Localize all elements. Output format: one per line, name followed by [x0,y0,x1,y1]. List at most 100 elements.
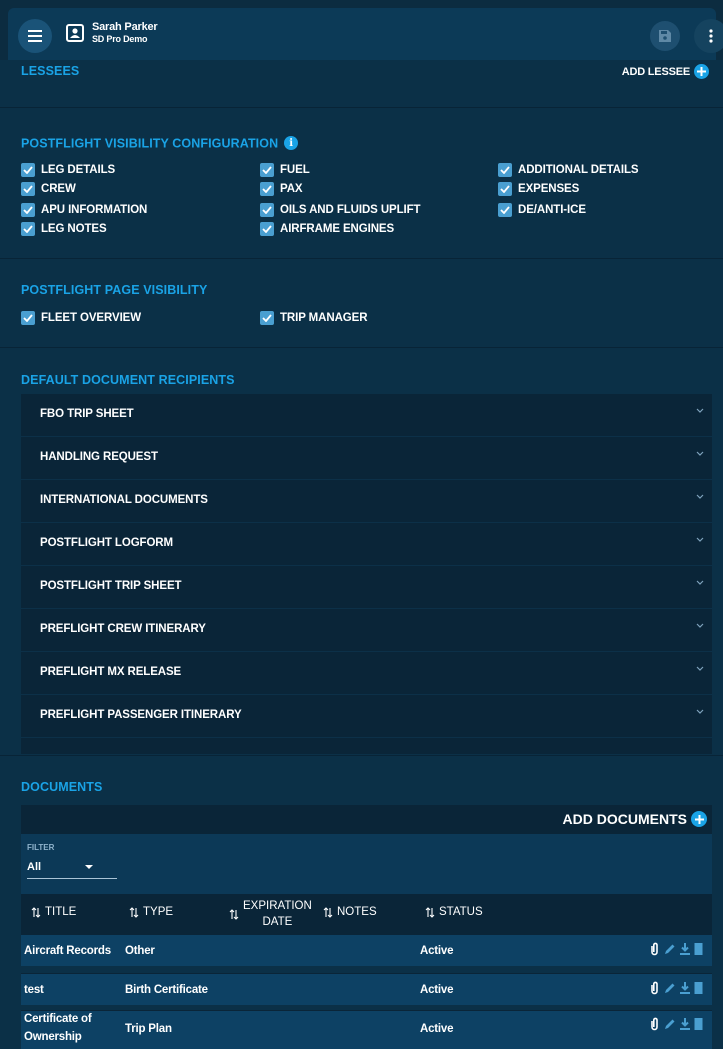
info-icon[interactable]: i [284,136,299,150]
accordion-footer [21,738,712,754]
table-row[interactable]: test Birth Certificate Active [21,973,712,1005]
delete-icon[interactable] [694,942,703,956]
accordion-label: POSTFLIGHT LOGFORM [40,537,173,549]
chevron-down-icon [696,494,704,499]
column-header-label: EXPIRATION DATE [243,898,312,930]
accordion-postflight-trip-sheet[interactable]: POSTFLIGHT TRIP SHEET [21,566,712,609]
checkbox-fleet-overview[interactable]: FLEET OVERVIEW [21,311,141,325]
add-documents-button[interactable]: ADD DOCUMENTS [563,811,707,827]
cell-status: Active [420,945,454,957]
cell-status: Active [420,1023,454,1035]
column-header-status[interactable]: STATUS [425,906,483,918]
filter-select[interactable]: All [27,861,41,873]
app-bar: Sarah Parker SD Pro Demo [0,0,723,60]
checkbox-label: ADDITIONAL DETAILS [518,164,639,176]
lessees-title: LESSEES [21,64,80,78]
checkbox-pax[interactable]: PAX [260,182,303,196]
accordion-fbo-trip-sheet[interactable]: FBO TRIP SHEET [21,394,712,437]
checkbox-checked-icon [21,311,35,325]
checkbox-apu-information[interactable]: APU INFORMATION [21,203,147,217]
divider [0,107,723,108]
checkbox-expenses[interactable]: EXPENSES [498,182,579,196]
accordion-postflight-logform[interactable]: POSTFLIGHT LOGFORM [21,523,712,566]
checkbox-leg-notes[interactable]: LEG NOTES [21,222,107,236]
column-header-title[interactable]: TITLE [31,906,76,918]
plus-circle-icon [691,811,707,827]
checkbox-checked-icon [260,311,274,325]
page-visibility-title: POSTFLIGHT PAGE VISIBILITY [21,283,208,297]
sort-icon [425,906,435,918]
attachment-icon[interactable] [649,942,660,956]
attachment-icon[interactable] [649,981,660,995]
column-header-label: STATUS [439,906,483,918]
cell-type: Other [125,945,155,957]
checkbox-label: LEG DETAILS [41,164,116,176]
avatar-icon[interactable] [66,24,84,42]
checkbox-checked-icon [260,182,274,196]
checkbox-label: EXPENSES [518,183,580,195]
download-icon[interactable] [679,942,691,956]
dropdown-arrow-icon[interactable] [85,865,93,869]
postflight-visibility-title-text: POSTFLIGHT VISIBILITY CONFIGURATION [21,136,279,151]
accordion-preflight-crew-itinerary[interactable]: PREFLIGHT CREW ITINERARY [21,609,712,652]
edit-icon[interactable] [663,1017,676,1031]
column-header-notes[interactable]: NOTES [323,906,377,918]
filter-underline [27,878,117,879]
checkbox-de-anti-ice[interactable]: DE/ANTI-ICE [498,203,586,217]
attachment-icon[interactable] [649,1017,660,1031]
documents-toolbar: ADD DOCUMENTS [21,805,712,834]
checkbox-airframe-engines[interactable]: AIRFRAME ENGINES [260,222,394,236]
checkbox-label: CREW [41,183,76,195]
save-button[interactable] [650,21,680,51]
chevron-down-icon [696,623,704,628]
table-row[interactable]: Aircraft Records Other Active [21,934,712,966]
menu-button[interactable] [18,19,52,53]
row-actions [649,942,703,956]
documents-title: DOCUMENTS [21,780,103,794]
divider [0,755,723,756]
sort-icon [31,906,41,918]
accordion-label: INTERNATIONAL DOCUMENTS [40,494,208,506]
column-header-expiration-date[interactable]: EXPIRATION DATE [229,898,312,930]
checkbox-label: TRIP MANAGER [280,312,368,324]
edit-icon[interactable] [663,981,676,995]
table-row[interactable]: Certificate of Ownership Trip Plan Activ… [21,1010,712,1049]
download-icon[interactable] [679,981,691,995]
accordion-handling-request[interactable]: HANDLING REQUEST [21,437,712,480]
filter-area: FILTER All [21,834,712,894]
accordion-preflight-passenger-itinerary[interactable]: PREFLIGHT PASSENGER ITINERARY [21,695,712,738]
checkbox-crew[interactable]: CREW [21,182,76,196]
cell-title: Aircraft Records [24,945,111,957]
delete-icon[interactable] [694,981,703,995]
divider [0,258,723,259]
more-options-button[interactable] [694,19,723,53]
checkbox-additional-details[interactable]: ADDITIONAL DETAILS [498,163,639,177]
plus-circle-icon [694,64,709,79]
checkbox-trip-manager[interactable]: TRIP MANAGER [260,311,368,325]
row-actions [649,981,703,995]
filter-label: FILTER [27,843,55,852]
cell-type: Trip Plan [125,1023,172,1035]
sort-icon [129,906,139,918]
download-icon[interactable] [679,1017,691,1031]
checkbox-fuel[interactable]: FUEL [260,163,310,177]
user-org: SD Pro Demo [92,34,148,44]
add-lessee-label: ADD LESSEE [621,65,690,78]
edit-icon[interactable] [663,942,676,956]
checkbox-leg-details[interactable]: LEG DETAILS [21,163,115,177]
accordion-label: PREFLIGHT PASSENGER ITINERARY [40,709,242,721]
accordion-international-documents[interactable]: INTERNATIONAL DOCUMENTS [21,480,712,523]
row-actions [649,1017,703,1031]
checkbox-label: FUEL [280,164,310,176]
delete-icon[interactable] [694,1017,703,1031]
accordion-label: FBO TRIP SHEET [40,408,134,420]
add-lessee-button[interactable]: ADD LESSEE [622,64,709,79]
accordion-label: PREFLIGHT MX RELEASE [40,666,182,678]
accordion-preflight-mx-release[interactable]: PREFLIGHT MX RELEASE [21,652,712,695]
checkbox-label: LEG NOTES [41,223,107,235]
checkbox-label: PAX [280,183,303,195]
divider [0,347,723,348]
checkbox-oils-and-fluids-uplift[interactable]: OILS AND FLUIDS UPLIFT [260,203,421,217]
column-header-type[interactable]: TYPE [129,906,173,918]
chevron-down-icon [696,709,704,714]
